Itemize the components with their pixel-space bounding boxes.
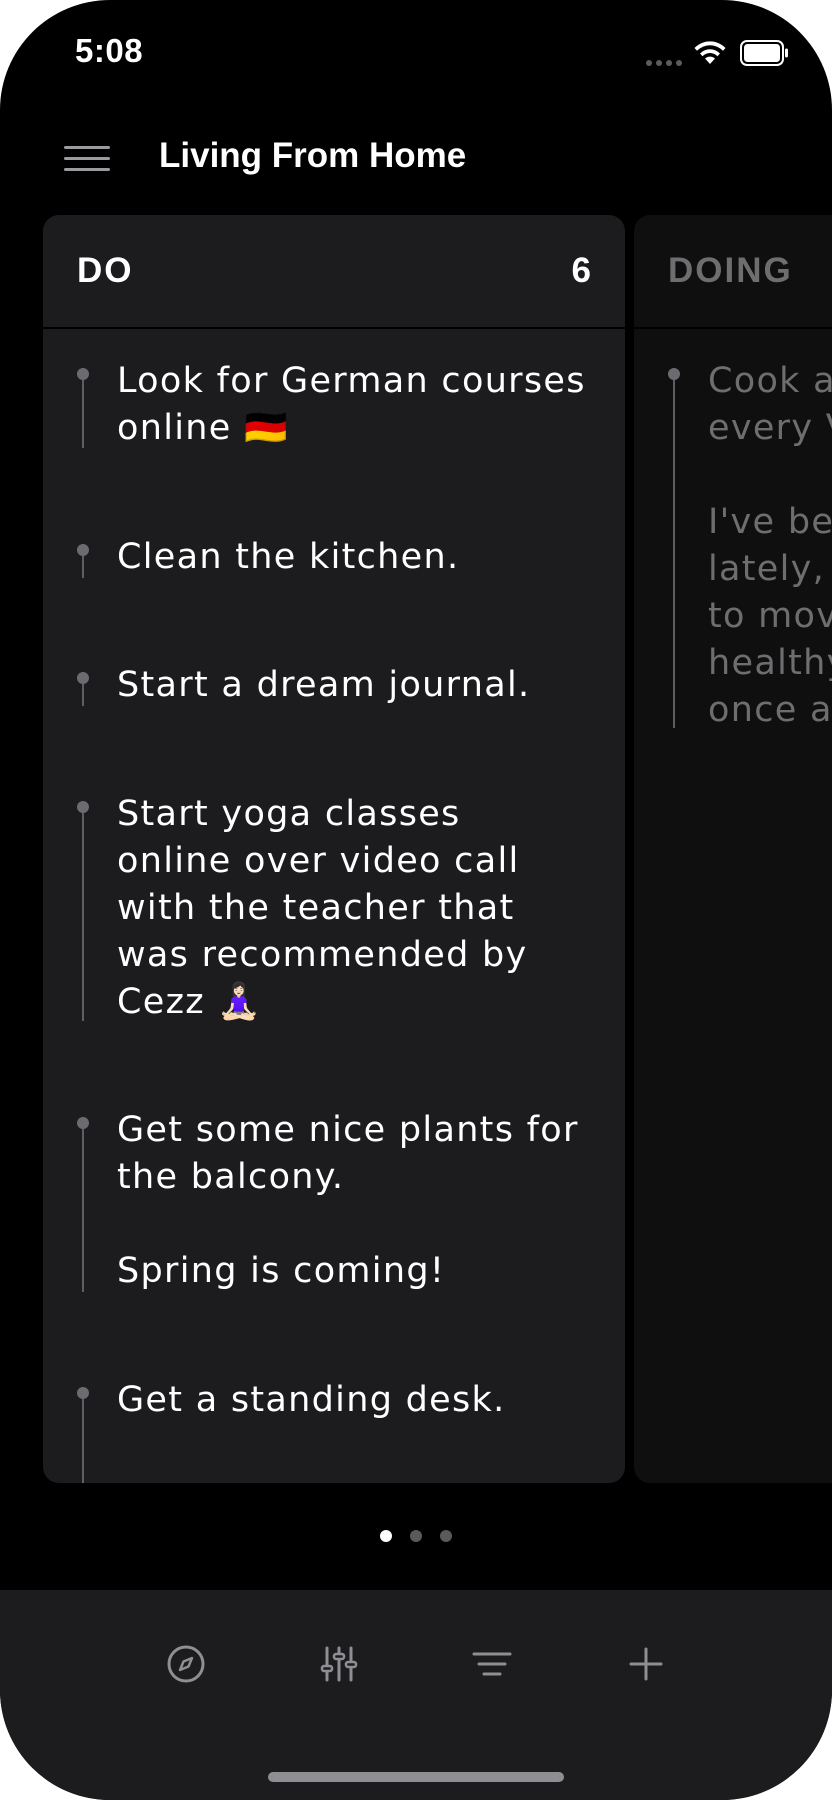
signal-dots-icon xyxy=(646,56,684,66)
card-dot-icon xyxy=(668,368,680,380)
column-header[interactable]: DO 6 xyxy=(43,215,625,329)
page-indicator[interactable] xyxy=(380,1530,452,1542)
bottom-toolbar xyxy=(0,1590,832,1800)
column-title: DOING xyxy=(668,251,793,290)
page-dot-1[interactable] xyxy=(380,1530,392,1542)
card-dot-icon xyxy=(77,672,89,684)
card-text: Look for German courses online 🇩🇪 xyxy=(117,361,586,448)
card-timeline xyxy=(82,801,84,1021)
status-time: 5:08 xyxy=(75,32,144,69)
page-title: Living From Home xyxy=(159,136,467,175)
home-indicator[interactable] xyxy=(268,1772,564,1782)
task-card[interactable]: Get a standing desk. xyxy=(43,1380,625,1483)
app-screen: 5:08 Living From Home DO 6 Look for Germ… xyxy=(0,0,832,1800)
card-dot-icon xyxy=(77,368,89,380)
board-column-do: DO 6 Look for German courses online 🇩🇪 C… xyxy=(43,215,625,1483)
board-column-doing: DOING Cook a every V I've be lately, p t… xyxy=(634,215,832,1483)
task-card[interactable]: Start yoga classes online over video cal… xyxy=(43,794,625,1022)
plus-icon[interactable] xyxy=(618,1636,674,1692)
column-count: 6 xyxy=(571,251,591,290)
card-timeline xyxy=(673,368,675,728)
card-text: Cook a every V I've be lately, p to mov … xyxy=(708,361,832,730)
column-title: DO xyxy=(77,251,134,290)
card-timeline xyxy=(82,368,84,448)
card-text: Get some nice plants for the balcony. Sp… xyxy=(117,1110,579,1291)
wifi-icon xyxy=(694,41,726,64)
task-card[interactable]: Start a dream journal. xyxy=(43,665,625,706)
page-dot-2[interactable] xyxy=(410,1530,422,1542)
card-text: Start yoga classes online over video cal… xyxy=(117,794,528,1022)
card-text: Clean the kitchen. xyxy=(117,537,460,577)
card-timeline xyxy=(82,1387,84,1483)
card-dot-icon xyxy=(77,1387,89,1399)
task-card[interactable]: Get some nice plants for the balcony. Sp… xyxy=(43,1110,625,1292)
battery-icon xyxy=(740,40,788,66)
sliders-icon[interactable] xyxy=(311,1636,367,1692)
compass-icon[interactable] xyxy=(158,1636,214,1692)
card-text: Start a dream journal. xyxy=(117,665,531,705)
task-card[interactable]: Cook a every V I've be lately, p to mov … xyxy=(634,361,832,730)
column-header[interactable]: DOING xyxy=(634,215,832,329)
hamburger-menu-icon[interactable] xyxy=(62,140,112,180)
card-timeline xyxy=(82,1117,84,1292)
filter-icon[interactable] xyxy=(464,1636,520,1692)
task-card[interactable]: Look for German courses online 🇩🇪 xyxy=(43,361,625,448)
task-card[interactable]: Clean the kitchen. xyxy=(43,537,625,578)
card-dot-icon xyxy=(77,1117,89,1129)
page-dot-3[interactable] xyxy=(440,1530,452,1542)
card-dot-icon xyxy=(77,801,89,813)
card-dot-icon xyxy=(77,544,89,556)
card-text: Get a standing desk. xyxy=(117,1380,506,1420)
